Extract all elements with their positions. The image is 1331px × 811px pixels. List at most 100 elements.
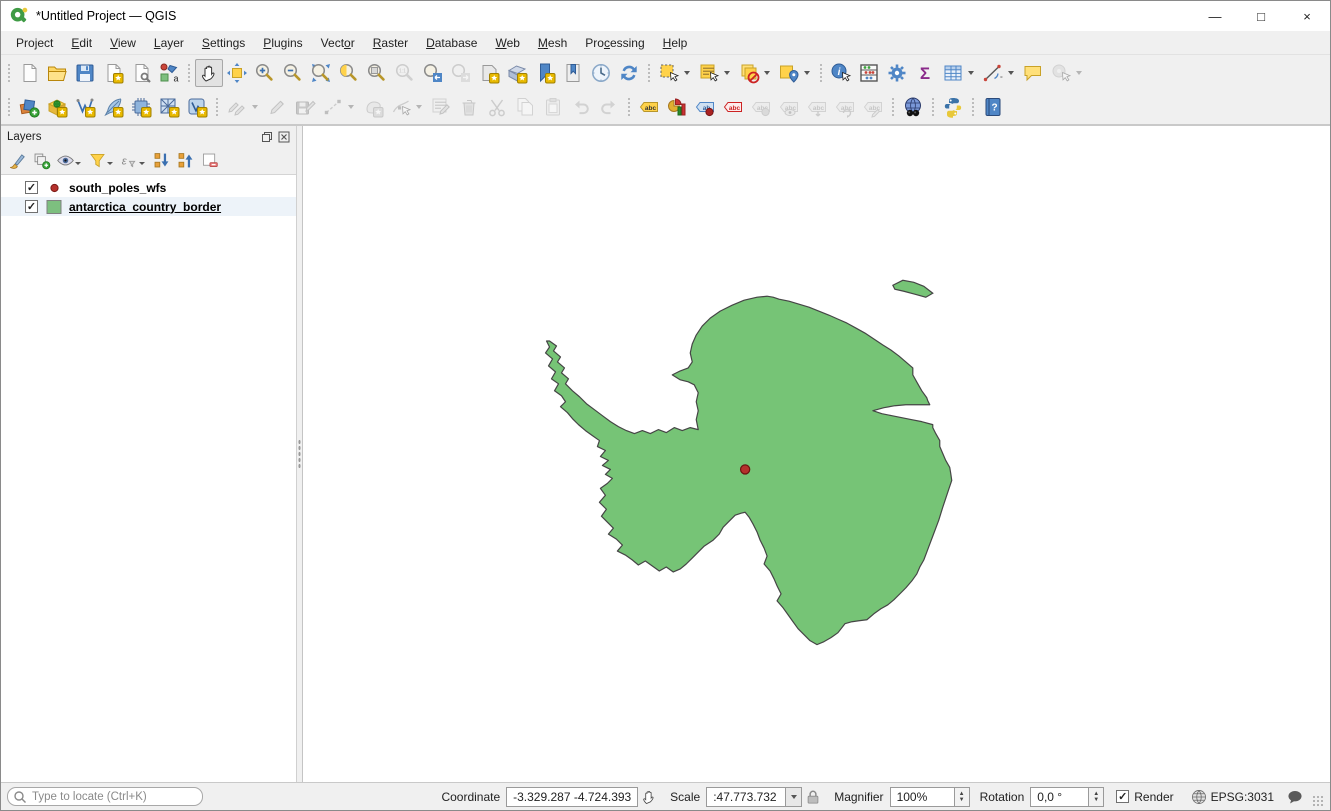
select-features-button[interactable] — [655, 59, 683, 87]
save-project-button[interactable] — [71, 59, 99, 87]
new-shapefile-layer-button[interactable] — [71, 93, 99, 121]
zoom-native-button[interactable]: 1:1 — [391, 59, 419, 87]
filter-legend-button[interactable] — [85, 149, 109, 173]
lock-scale-icon[interactable] — [804, 788, 822, 806]
rotation-spinbox[interactable]: 0,0 ° ▲▼ — [1030, 787, 1104, 807]
layer-visibility-checkbox[interactable]: ✓ — [25, 181, 38, 194]
pan-map-button[interactable] — [195, 59, 223, 87]
manage-map-themes-dropdown-arrow[interactable] — [75, 162, 81, 165]
cut-features-button[interactable] — [483, 93, 511, 121]
identify-features-button[interactable]: i — [827, 59, 855, 87]
close-button[interactable]: × — [1284, 1, 1330, 31]
add-feature-button[interactable] — [359, 93, 387, 121]
magnifier-spinbox[interactable]: 100% ▲▼ — [890, 787, 970, 807]
new-mesh-layer-button[interactable] — [155, 93, 183, 121]
toolbar-handle[interactable] — [214, 96, 219, 118]
new-project-button[interactable] — [15, 59, 43, 87]
vertex-tool-dropdown-arrow[interactable] — [416, 105, 422, 109]
layout-manager-button[interactable] — [127, 59, 155, 87]
menu-view[interactable]: View — [101, 33, 145, 53]
vertex-tool-button[interactable] — [387, 93, 415, 121]
zoom-to-selection-button[interactable] — [335, 59, 363, 87]
toolbar-handle[interactable] — [970, 96, 975, 118]
measure-line-button[interactable]: ° — [979, 59, 1007, 87]
attribute-table-button[interactable] — [939, 59, 967, 87]
new-geopackage-layer-button[interactable] — [43, 93, 71, 121]
undo-button[interactable] — [567, 93, 595, 121]
select-by-location-dropdown-arrow[interactable] — [804, 71, 810, 75]
help-contents-button[interactable]: ? — [979, 93, 1007, 121]
toolbar-handle[interactable] — [626, 96, 631, 118]
measure-line-dropdown-arrow[interactable] — [1008, 71, 1014, 75]
open-styling-panel-button[interactable] — [5, 149, 29, 173]
messages-icon[interactable] — [1286, 788, 1304, 806]
new-3d-map-view-button[interactable] — [503, 59, 531, 87]
digitize-with-segment-button[interactable] — [319, 93, 347, 121]
deselect-all-dropdown-arrow[interactable] — [764, 71, 770, 75]
show-hide-labels-button[interactable]: abc — [775, 93, 803, 121]
menu-web[interactable]: Web — [486, 33, 528, 53]
menu-project[interactable]: Project — [7, 33, 62, 53]
new-spatialite-layer-button[interactable] — [99, 93, 127, 121]
pin-unpin-labels-button[interactable]: abc — [747, 93, 775, 121]
scale-combo[interactable]: :47.773.732 — [706, 787, 802, 807]
open-project-button[interactable] — [43, 59, 71, 87]
toolbar-handle[interactable] — [890, 96, 895, 118]
toggle-unplaced-labels-button[interactable]: abc — [719, 93, 747, 121]
deselect-all-button[interactable] — [735, 59, 763, 87]
copy-features-button[interactable] — [511, 93, 539, 121]
coordinate-field[interactable]: -3.329.287 -4.724.393 — [506, 787, 638, 807]
zoom-out-button[interactable] — [279, 59, 307, 87]
toolbar-handle[interactable] — [6, 62, 11, 84]
select-features-dropdown-arrow[interactable] — [684, 71, 690, 75]
zoom-last-button[interactable] — [419, 59, 447, 87]
menu-edit[interactable]: Edit — [62, 33, 101, 53]
expand-all-button[interactable] — [149, 149, 173, 173]
menu-database[interactable]: Database — [417, 33, 486, 53]
render-checkbox[interactable]: ✓ — [1116, 790, 1129, 803]
zoom-in-button[interactable] — [251, 59, 279, 87]
close-panel-button[interactable] — [278, 131, 290, 143]
style-manager-button[interactable]: a — [155, 59, 183, 87]
zoom-full-button[interactable] — [307, 59, 335, 87]
new-gpx-layer-button[interactable] — [183, 93, 211, 121]
modify-attributes-button[interactable] — [427, 93, 455, 121]
extents-toggle-icon[interactable] — [640, 788, 658, 806]
toolbar-handle[interactable] — [646, 62, 651, 84]
float-panel-button[interactable] — [261, 131, 273, 143]
toolbar-handle[interactable] — [6, 96, 11, 118]
new-virtual-layer-button[interactable] — [127, 93, 155, 121]
metasearch-button[interactable] — [899, 93, 927, 121]
paste-features-button[interactable] — [539, 93, 567, 121]
menu-raster[interactable]: Raster — [364, 33, 417, 53]
statistical-summary-button[interactable]: Σ — [911, 59, 939, 87]
select-by-form-dropdown-arrow[interactable] — [724, 71, 730, 75]
map-tips-button[interactable] — [1019, 59, 1047, 87]
crs-status[interactable]: EPSG:3031 — [1211, 790, 1274, 804]
maximize-button[interactable]: □ — [1238, 1, 1284, 31]
filter-legend-dropdown-arrow[interactable] — [107, 162, 113, 165]
zoom-to-layer-button[interactable] — [363, 59, 391, 87]
menu-processing[interactable]: Processing — [576, 33, 653, 53]
new-print-layout-button[interactable] — [99, 59, 127, 87]
python-console-button[interactable] — [939, 93, 967, 121]
select-by-location-button[interactable] — [775, 59, 803, 87]
layer-item-south_poles_wfs[interactable]: ✓south_poles_wfs — [1, 178, 296, 197]
toggle-editing-button[interactable] — [263, 93, 291, 121]
move-label-button[interactable]: abc — [803, 93, 831, 121]
pan-to-selection-button[interactable] — [223, 59, 251, 87]
new-spatial-bookmark-button[interactable] — [531, 59, 559, 87]
save-layer-edits-button[interactable] — [291, 93, 319, 121]
magnifier-spin-buttons[interactable]: ▲▼ — [954, 787, 970, 807]
manage-map-themes-button[interactable] — [53, 149, 77, 173]
rotation-spin-buttons[interactable]: ▲▼ — [1088, 787, 1104, 807]
processing-toolbox-button[interactable] — [883, 59, 911, 87]
menu-plugins[interactable]: Plugins — [254, 33, 311, 53]
run-feature-action-dropdown-arrow[interactable] — [1076, 71, 1082, 75]
zoom-next-button[interactable] — [447, 59, 475, 87]
layer-visibility-checkbox[interactable]: ✓ — [25, 200, 38, 213]
locator-input[interactable] — [7, 787, 203, 806]
minimize-button[interactable]: — — [1192, 1, 1238, 31]
menu-mesh[interactable]: Mesh — [529, 33, 576, 53]
toolbar-handle[interactable] — [818, 62, 823, 84]
